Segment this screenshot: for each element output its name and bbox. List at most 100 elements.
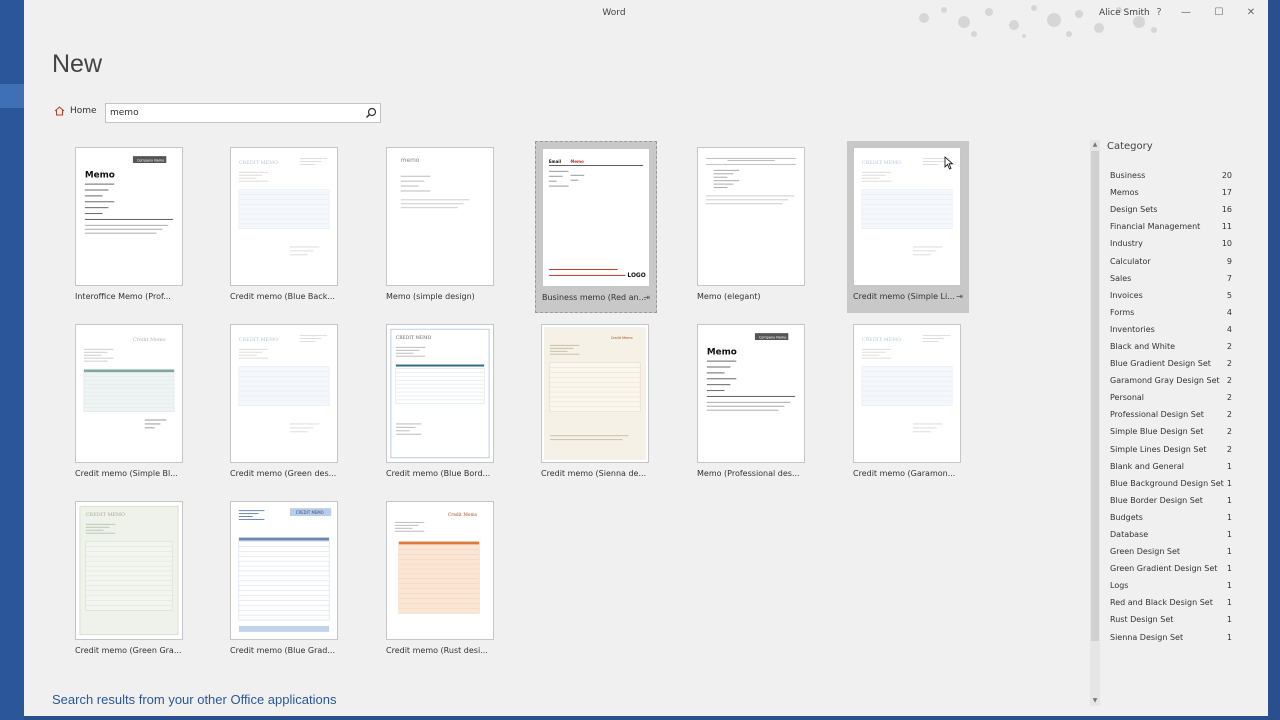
template-tile[interactable]: Email Memo LOGO Business memo (Red an... ⇥: [535, 141, 657, 313]
template-tile[interactable]: CREDIT MEMO Credit memo (Blue Bord...: [380, 318, 502, 490]
template-tile[interactable]: Credit Memo Credit memo (Sienna de...: [535, 318, 657, 490]
category-item[interactable]: Rust Design Set 1: [1110, 611, 1232, 628]
template-thumbnail[interactable]: Credit Memo: [541, 324, 649, 463]
template-thumbnail[interactable]: Company Name Memo: [697, 324, 805, 463]
template-thumbnail[interactable]: CREDIT MEMO: [230, 324, 338, 463]
category-item[interactable]: Personal 2: [1110, 389, 1232, 406]
template-thumbnail[interactable]: CREDIT MEMO: [75, 501, 183, 640]
category-name: Sienna Design Set: [1110, 632, 1184, 642]
category-count: 10: [1221, 239, 1232, 249]
category-item[interactable]: Blue Background Design Set 1: [1110, 475, 1232, 492]
svg-text:CREDIT MEMO: CREDIT MEMO: [239, 337, 278, 343]
template-tile[interactable]: CREDIT MEMO Credit memo (Blue Grad...: [224, 495, 346, 667]
category-count: 1: [1226, 461, 1232, 471]
template-thumbnail[interactable]: Credit Memo: [75, 324, 183, 463]
template-thumbnail[interactable]: Credit Memo: [386, 501, 494, 640]
category-name: Blank and General: [1110, 461, 1184, 471]
template-label: Business memo (Red an...: [542, 293, 647, 302]
search-box[interactable]: [105, 103, 381, 123]
category-item[interactable]: Red and Black Design Set 1: [1110, 594, 1232, 611]
home-label: Home: [70, 106, 97, 116]
category-item[interactable]: Professional Design Set 2: [1110, 406, 1232, 423]
account-name[interactable]: Alice Smith: [1099, 8, 1150, 18]
template-thumbnail[interactable]: CREDIT MEMO: [230, 147, 338, 286]
search-input[interactable]: [110, 104, 360, 122]
template-thumbnail[interactable]: [697, 147, 805, 286]
scroll-down-icon[interactable]: ▼: [1090, 696, 1100, 706]
scroll-up-icon[interactable]: ▲: [1090, 140, 1100, 150]
restore-button[interactable]: ☐: [1209, 4, 1229, 22]
category-item[interactable]: Sales 7: [1110, 270, 1232, 287]
category-item[interactable]: Green Gradient Design Set 1: [1110, 560, 1232, 577]
category-name: Green Design Set: [1110, 547, 1181, 557]
template-tile[interactable]: Credit Memo Credit memo (Rust desi...: [380, 495, 502, 667]
decorative-pattern: [919, 5, 1157, 38]
template-tile[interactable]: Company Name Memo Interoffice Memo (Prof..…: [69, 141, 191, 313]
template-tile[interactable]: CREDIT MEMO Credit memo (Blue Back...: [224, 141, 346, 313]
category-item[interactable]: Database 1: [1110, 526, 1232, 543]
category-item[interactable]: Logs 1: [1110, 577, 1232, 594]
svg-text:Credit Memo: Credit Memo: [448, 513, 478, 518]
template-tile[interactable]: CREDIT MEMO Credit memo (Green Gra...: [69, 495, 191, 667]
category-count: 2: [1226, 444, 1232, 454]
category-name: Logs: [1110, 581, 1129, 591]
template-thumbnail[interactable]: CREDIT MEMO: [230, 501, 338, 640]
template-preview-image: CREDIT MEMO: [238, 158, 330, 256]
template-label: Credit memo (Garamon...: [853, 469, 956, 478]
template-thumbnail[interactable]: memo: [386, 147, 494, 286]
template-thumbnail[interactable]: CREDIT MEMO: [386, 324, 494, 463]
template-thumbnail[interactable]: Email Memo LOGO: [542, 148, 650, 287]
category-count: 1: [1226, 512, 1232, 522]
category-name: Sales: [1110, 273, 1132, 283]
category-item[interactable]: Garamond Gray Design Set 2: [1110, 372, 1232, 389]
scroll-thumb[interactable]: [1091, 151, 1099, 641]
category-item[interactable]: Blank and General 1: [1110, 458, 1232, 475]
other-apps-results-link[interactable]: Search results from your other Office ap…: [52, 692, 336, 707]
svg-text:Memo: Memo: [570, 159, 584, 164]
template-preview-image: memo: [400, 158, 470, 209]
category-item[interactable]: Blue Gradient Design Set 2: [1110, 355, 1232, 372]
template-thumbnail[interactable]: Company Name Memo: [75, 147, 183, 286]
category-count: 20: [1221, 171, 1232, 181]
category-item[interactable]: Forms 4: [1110, 304, 1232, 321]
home-link[interactable]: Home: [54, 106, 97, 116]
template-tile[interactable]: Credit Memo Credit memo (Simple Bl...: [69, 318, 191, 490]
template-tile[interactable]: Memo (elegant): [691, 141, 813, 313]
category-name: Professional Design Set: [1110, 410, 1204, 420]
category-item[interactable]: Black and White 2: [1110, 338, 1232, 355]
sidebar-item-new[interactable]: [0, 84, 24, 108]
template-tile[interactable]: CREDIT MEMO Credit memo (Green des...: [224, 318, 346, 490]
template-tile[interactable]: CREDIT MEMO Credit memo (Garamon...: [847, 318, 969, 490]
category-name: Simple Blue Design Set: [1110, 427, 1204, 437]
category-item[interactable]: Financial Management 11: [1110, 218, 1232, 235]
template-thumbnail[interactable]: CREDIT MEMO: [853, 324, 961, 463]
category-item[interactable]: Simple Lines Design Set 2: [1110, 441, 1232, 458]
minimize-button[interactable]: —: [1176, 4, 1196, 22]
category-name: Design Sets: [1110, 205, 1158, 215]
pin-icon[interactable]: ⇥: [956, 292, 963, 301]
pin-icon[interactable]: ⇥: [643, 293, 650, 302]
category-item[interactable]: Simple Blue Design Set 2: [1110, 423, 1232, 440]
backstage-content: Word Alice Smith ? — ☐ ✕ New Home Compan…: [24, 0, 1268, 716]
category-item[interactable]: Sienna Design Set 1: [1110, 629, 1232, 646]
template-tile[interactable]: memo Memo (simple design): [380, 141, 502, 313]
template-label: Memo (elegant): [697, 292, 761, 301]
category-item[interactable]: Green Design Set 1: [1110, 543, 1232, 560]
svg-text:LOGO: LOGO: [627, 273, 645, 279]
search-icon[interactable]: [364, 106, 378, 120]
template-tile[interactable]: Company Name Memo Memo (Professional des..…: [691, 318, 813, 490]
help-button[interactable]: ?: [1149, 4, 1169, 22]
category-item[interactable]: Calculator 9: [1110, 252, 1232, 269]
svg-text:CREDIT MEMO: CREDIT MEMO: [86, 512, 125, 518]
category-item[interactable]: Business 20: [1110, 167, 1232, 184]
category-item[interactable]: Inventories 4: [1110, 321, 1232, 338]
category-item[interactable]: Design Sets 16: [1110, 201, 1232, 218]
category-item[interactable]: Memos 17: [1110, 184, 1232, 201]
category-item[interactable]: Invoices 5: [1110, 287, 1232, 304]
category-count: 11: [1221, 222, 1232, 232]
category-item[interactable]: Industry 10: [1110, 235, 1232, 252]
category-scrollbar[interactable]: ▲ ▼: [1090, 140, 1100, 706]
close-button[interactable]: ✕: [1241, 4, 1261, 22]
category-item[interactable]: Blue Border Design Set 1: [1110, 492, 1232, 509]
category-item[interactable]: Budgets 1: [1110, 509, 1232, 526]
